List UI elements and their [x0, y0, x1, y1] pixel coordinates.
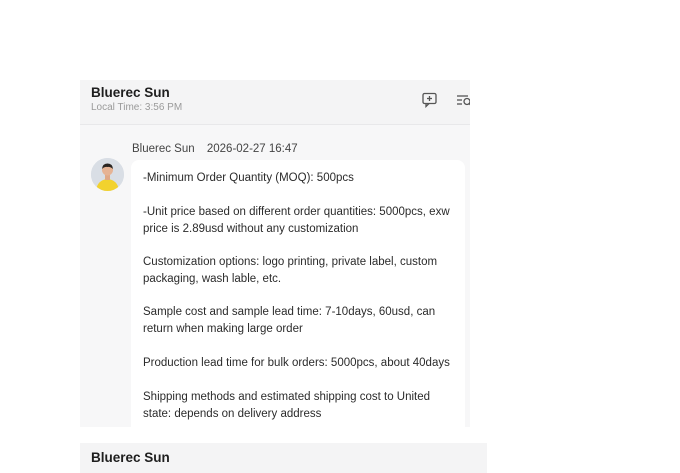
message-timestamp: 2026-02-27 16:47	[206, 143, 298, 155]
message-meta: Bluerec Sun 2026-02-27 16:47	[132, 143, 298, 155]
message-line: return when making large order	[143, 323, 303, 335]
message-line: packaging, wash lable, etc.	[143, 273, 282, 285]
next-contact-name: Bluerec Sun	[91, 450, 170, 465]
message-line: Sample cost and sample lead time: 7-10da…	[143, 306, 436, 318]
chat-header: Bluerec Sun Local Time: 3:56 PM	[80, 80, 470, 125]
message-line: -Unit price based on different order qua…	[143, 206, 450, 218]
chat-panel: Bluerec Sun Local Time: 3:56 PM Bluerec …	[80, 80, 470, 427]
message-line: -Minimum Order Quantity (MOQ): 500pcs	[143, 172, 354, 184]
message-sender: Bluerec Sun	[132, 143, 195, 155]
avatar[interactable]	[91, 158, 124, 191]
next-chat-panel: Bluerec Sun	[80, 443, 487, 473]
message-line: price is 2.89usd without any customizati…	[143, 223, 359, 235]
message-line: Customization options: logo printing, pr…	[143, 256, 438, 268]
message-bubble: -Minimum Order Quantity (MOQ): 500pcs -U…	[131, 160, 465, 427]
contact-name: Bluerec Sun	[91, 85, 170, 100]
search-list-icon[interactable]	[456, 92, 470, 108]
message-line: Production lead time for bulk orders: 50…	[143, 357, 450, 369]
message-line: Shipping methods and estimated shipping …	[143, 391, 431, 403]
local-time: Local Time: 3:56 PM	[91, 102, 183, 113]
add-note-icon[interactable]	[421, 92, 439, 109]
message-line: state: depends on delivery address	[143, 408, 322, 420]
